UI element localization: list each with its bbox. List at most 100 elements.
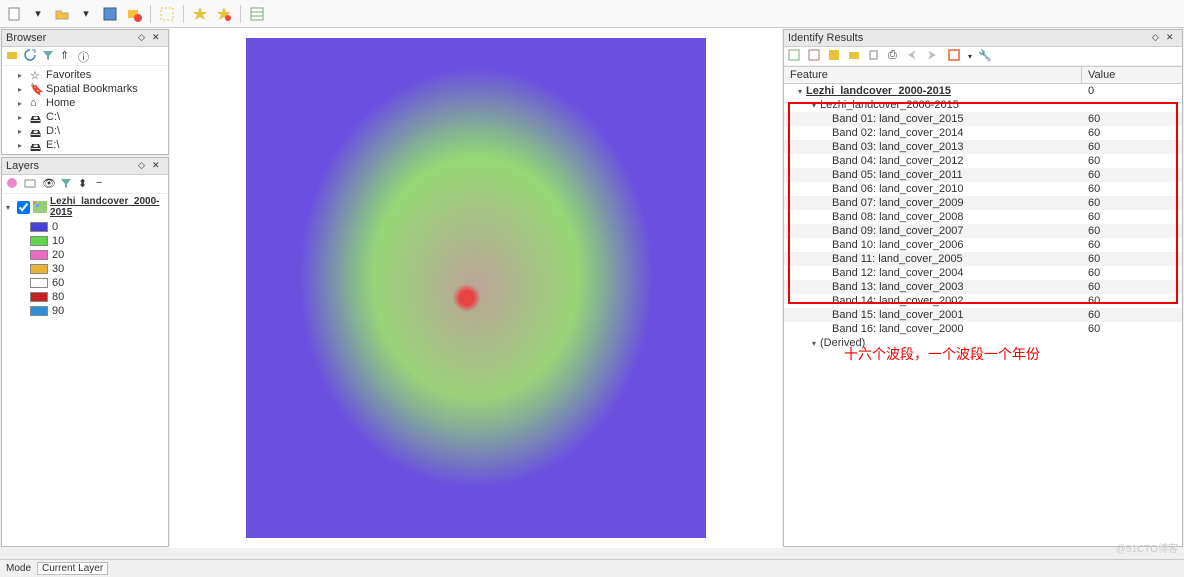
filter-icon[interactable] bbox=[60, 177, 74, 191]
undock-icon[interactable]: ◇ bbox=[1152, 32, 1164, 44]
identify-row[interactable]: Band 06: land_cover_201060 bbox=[784, 182, 1182, 196]
legend-swatch bbox=[30, 306, 48, 316]
legend-item: 10 bbox=[30, 234, 168, 248]
close-icon[interactable]: ✕ bbox=[1166, 32, 1178, 44]
identify-row[interactable]: Band 01: land_cover_201560 bbox=[784, 112, 1182, 126]
identify-row[interactable]: Band 15: land_cover_200160 bbox=[784, 308, 1182, 322]
remove-layer-icon[interactable] bbox=[124, 4, 144, 24]
identify-feature: Band 10: land_cover_2006 bbox=[832, 239, 964, 251]
identify-value: 60 bbox=[1082, 168, 1182, 182]
identify-feature: Band 16: land_cover_2000 bbox=[832, 323, 964, 335]
identify-row[interactable]: Band 08: land_cover_200860 bbox=[784, 210, 1182, 224]
identify-value: 60 bbox=[1082, 182, 1182, 196]
browser-item[interactable]: ▸🖴C:\ bbox=[2, 110, 168, 124]
identify-value: 60 bbox=[1082, 196, 1182, 210]
identify-value: 60 bbox=[1082, 126, 1182, 140]
dropdown-icon[interactable]: ▾ bbox=[968, 52, 972, 61]
identify-feature: Band 03: land_cover_2013 bbox=[832, 141, 964, 153]
form-icon[interactable] bbox=[948, 49, 962, 63]
identify-feature: Band 09: land_cover_2007 bbox=[832, 225, 964, 237]
identify-row[interactable]: ▾Lezhi_landcover_2000-2015 bbox=[784, 98, 1182, 112]
copy-icon[interactable] bbox=[868, 49, 882, 63]
group-icon[interactable] bbox=[24, 177, 38, 191]
legend-label: 0 bbox=[52, 221, 58, 233]
add-icon[interactable] bbox=[6, 49, 20, 63]
browser-item[interactable]: ▸🖴D:\ bbox=[2, 124, 168, 138]
collapse-all-icon[interactable] bbox=[808, 49, 822, 63]
filter-icon[interactable] bbox=[42, 49, 56, 63]
new-icon[interactable] bbox=[4, 4, 24, 24]
visibility-icon[interactable]: 👁 bbox=[42, 177, 56, 191]
bookmark-icon: 🔖 bbox=[30, 83, 42, 95]
browser-item[interactable]: ▸☆Favorites bbox=[2, 68, 168, 82]
identify-row[interactable]: Band 16: land_cover_2000 60 bbox=[784, 322, 1182, 336]
remove-icon[interactable]: − bbox=[96, 177, 110, 191]
refresh-icon[interactable] bbox=[24, 49, 38, 63]
undock-icon[interactable]: ◇ bbox=[138, 160, 150, 172]
identify-value bbox=[1082, 336, 1182, 350]
forward-icon[interactable]: ⮞ bbox=[928, 49, 942, 63]
expand-icon[interactable]: ⬍ bbox=[78, 177, 92, 191]
settings-icon[interactable]: 🔧 bbox=[978, 49, 992, 63]
drive-icon: 🖴 bbox=[30, 125, 42, 137]
identify-value: 60 bbox=[1082, 210, 1182, 224]
bookmark-add-icon[interactable] bbox=[190, 4, 210, 24]
select-icon[interactable] bbox=[157, 4, 177, 24]
legend-item: 60 bbox=[30, 276, 168, 290]
mode-value[interactable]: Current Layer bbox=[37, 562, 108, 575]
map-canvas[interactable] bbox=[170, 28, 782, 548]
clear-icon[interactable] bbox=[848, 49, 862, 63]
identify-feature: Lezhi_landcover_2000-2015 bbox=[806, 85, 951, 97]
dropdown-icon[interactable]: ▾ bbox=[76, 4, 96, 24]
identify-row[interactable]: Band 05: land_cover_201160 bbox=[784, 168, 1182, 182]
close-icon[interactable]: ✕ bbox=[152, 32, 164, 44]
identify-row[interactable]: Band 14: land_cover_2002 60 bbox=[784, 294, 1182, 308]
browser-item[interactable]: ▸🖴E:\ bbox=[2, 138, 168, 152]
close-icon[interactable]: ✕ bbox=[152, 160, 164, 172]
identify-value: 60 bbox=[1082, 252, 1182, 266]
identify-row[interactable]: Band 13: land_cover_200360 bbox=[784, 280, 1182, 294]
browser-item[interactable]: ▸🔖Spatial Bookmarks bbox=[2, 82, 168, 96]
identify-value: 60 bbox=[1082, 322, 1182, 336]
identify-feature: Band 07: land_cover_2009 bbox=[832, 197, 964, 209]
bookmark-del-icon[interactable] bbox=[214, 4, 234, 24]
identify-value: 0 bbox=[1082, 84, 1182, 98]
style-icon[interactable] bbox=[6, 177, 20, 191]
identify-value: 60 bbox=[1082, 238, 1182, 252]
identify-row[interactable]: Band 12: land_cover_200460 bbox=[784, 266, 1182, 280]
identify-row[interactable]: Band 02: land_cover_2014 60 bbox=[784, 126, 1182, 140]
layer-item[interactable]: ▾ Lezhi_landcover_2000-2015 bbox=[2, 194, 168, 220]
identify-row[interactable]: Band 04: land_cover_201260 bbox=[784, 154, 1182, 168]
attribute-table-icon[interactable] bbox=[247, 4, 267, 24]
map-raster bbox=[246, 38, 706, 538]
save-icon[interactable] bbox=[100, 4, 120, 24]
column-value[interactable]: Value bbox=[1082, 67, 1182, 83]
identify-value: 60 bbox=[1082, 294, 1182, 308]
identify-row[interactable]: Band 07: land_cover_2009 60 bbox=[784, 196, 1182, 210]
dropdown-icon[interactable]: ▾ bbox=[28, 4, 48, 24]
undock-icon[interactable]: ◇ bbox=[138, 32, 150, 44]
identify-value bbox=[1082, 98, 1182, 112]
mode-label: Mode bbox=[6, 563, 31, 574]
print-icon[interactable]: ⎙ bbox=[888, 49, 902, 63]
identify-value: 60 bbox=[1082, 112, 1182, 126]
identify-row[interactable]: ▾Lezhi_landcover_2000-20150 bbox=[784, 84, 1182, 98]
back-icon[interactable]: ⮜ bbox=[908, 49, 922, 63]
identify-feature: Band 02: land_cover_2014 bbox=[832, 127, 964, 139]
properties-icon[interactable]: ⓘ bbox=[78, 49, 92, 63]
column-feature[interactable]: Feature bbox=[784, 67, 1082, 83]
layer-visibility-checkbox[interactable] bbox=[17, 201, 30, 214]
collapse-icon[interactable]: ⇑ bbox=[60, 49, 74, 63]
status-bar: Mode Current Layer bbox=[0, 559, 1184, 577]
identify-row[interactable]: Band 11: land_cover_200560 bbox=[784, 252, 1182, 266]
expand-all-icon[interactable] bbox=[788, 49, 802, 63]
expand-new-icon[interactable] bbox=[828, 49, 842, 63]
identify-row[interactable]: Band 10: land_cover_2006 60 bbox=[784, 238, 1182, 252]
identify-row[interactable]: Band 03: land_cover_201360 bbox=[784, 140, 1182, 154]
browser-item[interactable]: ▸⌂Home bbox=[2, 96, 168, 110]
legend-item: 0 bbox=[30, 220, 168, 234]
identify-feature: Band 14: land_cover_2002 bbox=[832, 295, 964, 307]
open-icon[interactable] bbox=[52, 4, 72, 24]
identify-row[interactable]: Band 09: land_cover_200760 bbox=[784, 224, 1182, 238]
layers-title: Layers bbox=[6, 160, 39, 172]
